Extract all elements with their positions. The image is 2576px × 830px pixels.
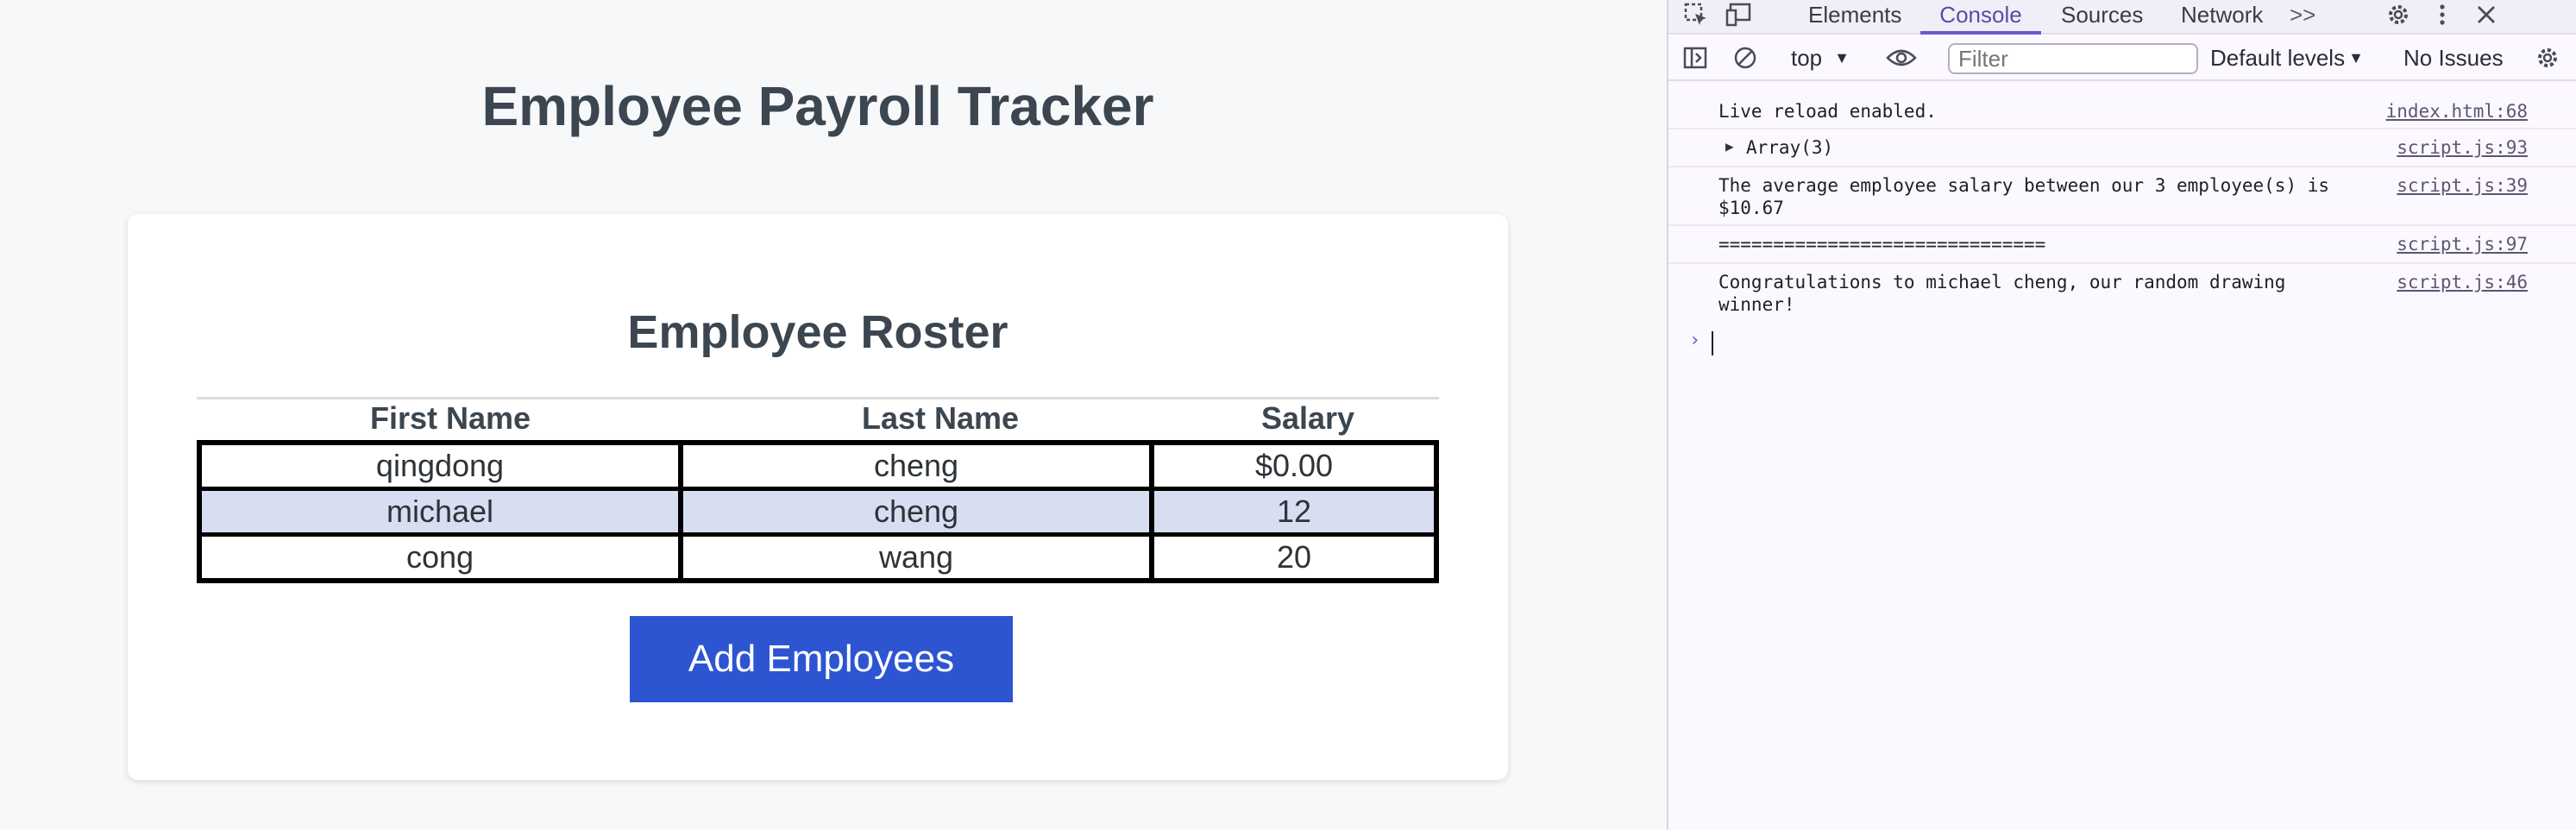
cell-salary: 20 — [1154, 537, 1434, 578]
roster-table: qingdong cheng $0.00 michael cheng 12 co… — [197, 440, 1439, 583]
console-filter-input[interactable] — [1948, 43, 2198, 74]
context-label: top — [1791, 44, 1823, 71]
cell-first-name: michael — [202, 491, 678, 532]
devtools-tab-bar: Elements Console Sources Network >> — [1668, 0, 2576, 35]
console-message: ============================== script.js… — [1668, 226, 2576, 264]
sidebar-toggle-icon[interactable] — [1682, 35, 1708, 81]
roster-title: Employee Roster — [627, 306, 1008, 358]
console-input-cursor[interactable] — [1712, 331, 1713, 355]
cell-last-name: wang — [683, 537, 1149, 578]
column-header-salary: Salary — [1260, 400, 1355, 436]
inspect-element-icon[interactable] — [1679, 0, 1713, 29]
console-message-text: Live reload enabled. — [1718, 101, 1937, 122]
console-message: ▶ Array(3) script.js:93 — [1668, 129, 2576, 167]
table-row: michael cheng 12 — [202, 491, 1434, 532]
cell-first-name: cong — [202, 537, 678, 578]
table-row: cong wang 20 — [202, 537, 1434, 578]
log-levels-dropdown[interactable]: Default levels ▼ — [2210, 35, 2364, 81]
column-header-first-name: First Name — [369, 400, 531, 436]
more-options-icon[interactable] — [2429, 0, 2455, 29]
clear-console-icon[interactable] — [1732, 35, 1758, 81]
close-icon[interactable] — [2469, 0, 2504, 29]
column-header-last-name: Last Name — [861, 400, 1020, 436]
table-row: qingdong cheng $0.00 — [202, 445, 1434, 487]
cell-salary: 12 — [1154, 491, 1434, 532]
more-tabs-icon[interactable]: >> — [2290, 0, 2315, 35]
console-message-text: The average employee salary between our … — [1718, 175, 2330, 218]
tab-console[interactable]: Console — [1920, 0, 2041, 35]
console-message-text: ============================== — [1718, 234, 2046, 255]
console-source-link[interactable]: script.js:46 — [2397, 271, 2528, 293]
tab-sources[interactable]: Sources — [2061, 0, 2143, 35]
cell-last-name: cheng — [683, 445, 1149, 487]
cell-last-name: cheng — [683, 491, 1149, 532]
device-toolbar-icon[interactable] — [1722, 0, 1756, 29]
add-employees-button[interactable]: Add Employees — [630, 616, 1013, 702]
console-source-link[interactable]: script.js:97 — [2397, 233, 2528, 255]
console-source-link[interactable]: index.html:68 — [2386, 100, 2528, 123]
log-levels-label: Default levels — [2210, 44, 2346, 71]
header-divider — [197, 397, 1439, 399]
console-message: Congratulations to michael cheng, our ra… — [1668, 264, 2576, 321]
roster-card: Employee Roster First Name Last Name Sal… — [128, 214, 1508, 780]
settings-gear-icon[interactable] — [2381, 0, 2416, 29]
context-selector[interactable]: top ▼ — [1791, 35, 1850, 81]
live-expression-eye-icon[interactable] — [1886, 35, 1917, 81]
cell-salary: $0.00 — [1154, 445, 1434, 487]
dropdown-arrow-icon: ▼ — [1834, 48, 1850, 66]
app-page: Employee Payroll Tracker Employee Roster… — [0, 0, 1667, 830]
console-prompt-icon: › — [1689, 330, 1701, 351]
console-settings-icon[interactable] — [2535, 35, 2560, 81]
devtools-panel: Elements Console Sources Network >> top … — [1667, 0, 2576, 830]
dropdown-arrow-icon: ▼ — [2348, 48, 2364, 66]
expand-triangle-icon[interactable]: ▶ — [1725, 138, 1734, 154]
console-source-link[interactable]: script.js:39 — [2397, 174, 2528, 197]
tab-elements[interactable]: Elements — [1808, 0, 1901, 35]
tab-network[interactable]: Network — [2181, 0, 2263, 35]
page-title: Employee Payroll Tracker — [481, 75, 1154, 137]
console-message: Live reload enabled. index.html:68 — [1668, 93, 2576, 129]
console-message-text: Congratulations to michael cheng, our ra… — [1718, 272, 2286, 315]
console-message-text[interactable]: Array(3) — [1746, 136, 2402, 159]
console-source-link[interactable]: script.js:93 — [2397, 136, 2528, 159]
console-toolbar: top ▼ Default levels ▼ No Issues — [1668, 35, 2576, 81]
cell-first-name: qingdong — [202, 445, 678, 487]
console-message: The average employee salary between our … — [1668, 167, 2576, 226]
issues-counter[interactable]: No Issues — [2403, 35, 2504, 81]
